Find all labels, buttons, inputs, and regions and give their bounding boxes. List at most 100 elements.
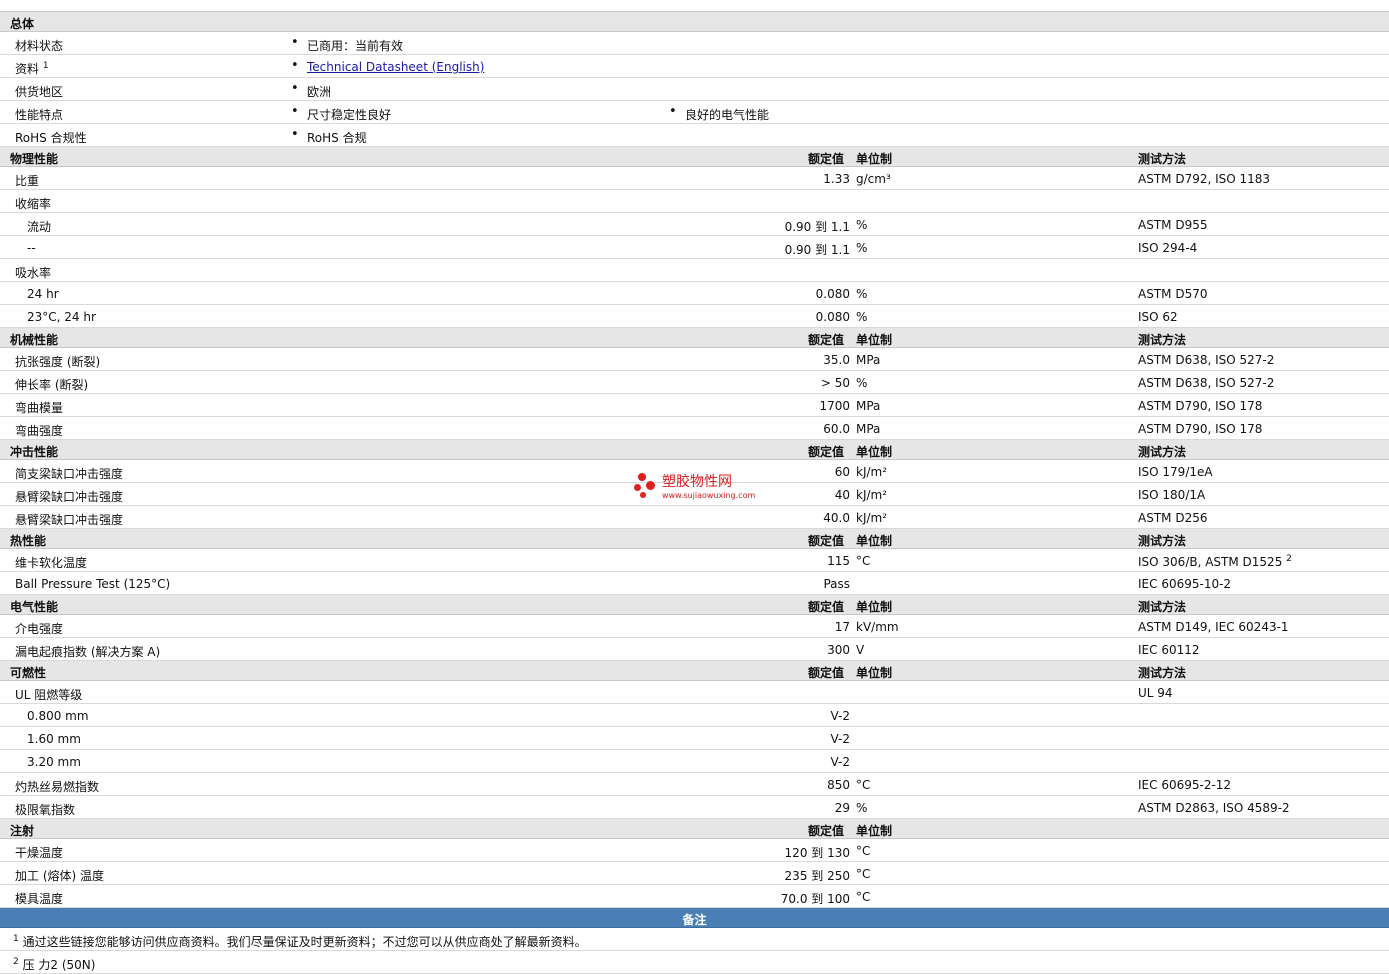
property-value: 70.0 到 100	[780, 892, 850, 906]
general-row: 资料 1 • Technical Datasheet (English)	[0, 55, 1389, 78]
property-label: 模具温度	[15, 892, 64, 906]
test-method-text: UL 94	[1138, 686, 1173, 700]
property-value: 60.0	[823, 422, 850, 436]
property-label: 漏电起痕指数 (解决方案 A)	[15, 645, 161, 659]
property-label: 比重	[15, 174, 40, 188]
property-row: 伸长率 (断裂) > 50% ASTM D638, ISO 527-2	[0, 371, 1389, 394]
column-header-value: 额定值	[808, 824, 845, 838]
property-unit: kJ/m²	[856, 465, 888, 479]
test-method-text: ISO 294-4	[1138, 241, 1198, 255]
test-method-text: IEC 60112	[1138, 643, 1200, 657]
property-unit: %	[856, 376, 868, 390]
column-header-unit: 单位制	[856, 600, 893, 614]
property-label: 干燥温度	[15, 846, 64, 860]
section-header: 热性能 额定值 单位制 测试方法	[0, 529, 1389, 549]
section-header: 冲击性能 额定值 单位制 测试方法	[0, 440, 1389, 460]
property-label: 弯曲强度	[15, 424, 64, 438]
test-method-text: ASTM D570	[1138, 287, 1208, 301]
property-unit: %	[856, 241, 868, 255]
row-label: RoHS 合规性	[15, 129, 87, 146]
general-row: 材料状态 • 已商用：当前有效	[0, 32, 1389, 55]
property-row: 维卡软化温度 115 °C ISO 306/B, ASTM D1525 2	[0, 549, 1389, 572]
bullet-icon: •	[291, 58, 299, 73]
property-value: 60	[834, 465, 850, 479]
row-label-text: 资料	[15, 62, 40, 76]
footnote-ref: 1	[13, 934, 19, 944]
property-value: V-2	[830, 732, 850, 746]
row-label-text: 材料状态	[15, 39, 64, 53]
property-unit: %	[856, 218, 868, 232]
note-body: 通过这些链接您能够访问供应商资料。我们尽量保证及时更新资料；不过您可以从供应商处…	[22, 935, 587, 949]
note-text: 1 通过这些链接您能够访问供应商资料。我们尽量保证及时更新资料；不过您可以从供应…	[13, 933, 587, 950]
section-title: 电气性能	[10, 600, 59, 614]
property-unit: °C	[856, 844, 871, 858]
section-header: 机械性能 额定值 单位制 测试方法	[0, 328, 1389, 348]
property-row: 加工 (熔体) 温度 235 到 250 °C	[0, 862, 1389, 885]
property-row: 悬臂梁缺口冲击强度 40.0 kJ/m² ASTM D256	[0, 506, 1389, 529]
section-title: 总体	[10, 17, 35, 31]
property-label: 3.20 mm	[27, 755, 81, 769]
property-unit: MPa	[856, 353, 881, 367]
property-unit: MPa	[856, 399, 881, 413]
datasheet-link[interactable]: Technical Datasheet (English)	[307, 60, 484, 74]
column-header-unit: 单位制	[856, 445, 893, 459]
property-unit: V	[856, 643, 865, 657]
test-method-text: ASTM D792, ISO 1183	[1138, 172, 1271, 186]
note-body: 压 力2 (50N)	[22, 958, 96, 972]
column-header-unit: 单位制	[856, 152, 893, 166]
property-label: 弯曲模量	[15, 401, 64, 415]
bullet-icon: •	[291, 35, 299, 50]
test-method-text: ASTM D256	[1138, 511, 1208, 525]
logo-dots-icon	[632, 471, 662, 501]
property-label: 维卡软化温度	[15, 556, 88, 570]
test-method-text: ISO 179/1eA	[1138, 465, 1213, 479]
general-row: RoHS 合规性 • RoHS 合规	[0, 124, 1389, 147]
column-header-unit: 单位制	[856, 666, 893, 680]
general-value: 良好的电气性能	[685, 108, 770, 122]
section-header: 电气性能 额定值 单位制 测试方法	[0, 595, 1389, 615]
property-value: 40.0	[823, 511, 850, 525]
column-header-value: 额定值	[808, 534, 845, 548]
property-label: 介电强度	[15, 622, 64, 636]
bullet-icon: •	[291, 104, 299, 119]
test-method: ASTM D790, ISO 178	[1138, 422, 1262, 436]
test-method-text: IEC 60695-10-2	[1138, 577, 1232, 591]
property-unit: %	[856, 801, 868, 815]
property-label: 加工 (熔体) 温度	[15, 869, 104, 883]
property-row: Ball Pressure Test (125°C) Pass IEC 60695-…	[0, 572, 1389, 595]
section-header: 物理性能 额定值 单位制 测试方法	[0, 147, 1389, 167]
property-row: 干燥温度 120 到 130 °C	[0, 839, 1389, 862]
column-header-test: 测试方法	[1138, 534, 1187, 548]
row-label-text: 性能特点	[15, 108, 64, 122]
column-header-test: 测试方法	[1138, 445, 1187, 459]
column-header-test: 测试方法	[1138, 666, 1187, 680]
property-unit: %	[856, 287, 868, 301]
property-label: 收缩率	[15, 197, 52, 211]
test-method: ISO 306/B, ASTM D1525 2	[1138, 554, 1292, 569]
property-row: 极限氧指数 29% ASTM D2863, ISO 4589-2	[0, 796, 1389, 819]
test-method: ASTM D256	[1138, 511, 1207, 525]
property-row: 流动 0.90 到 1.1% ASTM D955	[0, 213, 1389, 236]
property-value: 1700	[819, 399, 850, 413]
property-row: UL 阻燃等级 UL 94	[0, 681, 1389, 704]
property-unit: %	[856, 310, 868, 324]
property-value: 35.0	[823, 353, 850, 367]
test-method: ASTM D955	[1138, 218, 1207, 232]
test-method: ISO 179/1eA	[1138, 465, 1213, 479]
row-label: 资料 1	[15, 60, 49, 77]
column-header-value: 额定值	[808, 666, 845, 680]
property-row: 24 hr 0.080% ASTM D570	[0, 282, 1389, 305]
test-method-text: ASTM D638, ISO 527-2	[1138, 376, 1275, 390]
property-row: 漏电起痕指数 (解决方案 A) 300 V IEC 60112	[0, 638, 1389, 661]
notes-title: 备注	[682, 913, 707, 927]
row-label: 性能特点	[15, 106, 63, 123]
note-row: 2 压 力2 (50N)	[0, 951, 1389, 974]
property-unit: °C	[856, 554, 871, 568]
test-method: IEC 60695-2-12	[1138, 778, 1231, 792]
note-row: 1 通过这些链接您能够访问供应商资料。我们尽量保证及时更新资料；不过您可以从供应…	[0, 928, 1389, 951]
property-label: 灼热丝易燃指数	[15, 780, 100, 794]
general-value: 欧洲	[307, 85, 332, 99]
property-row: 23°C, 24 hr 0.080% ISO 62	[0, 305, 1389, 328]
section-title: 机械性能	[10, 333, 59, 347]
property-value: 0.080	[815, 310, 850, 324]
